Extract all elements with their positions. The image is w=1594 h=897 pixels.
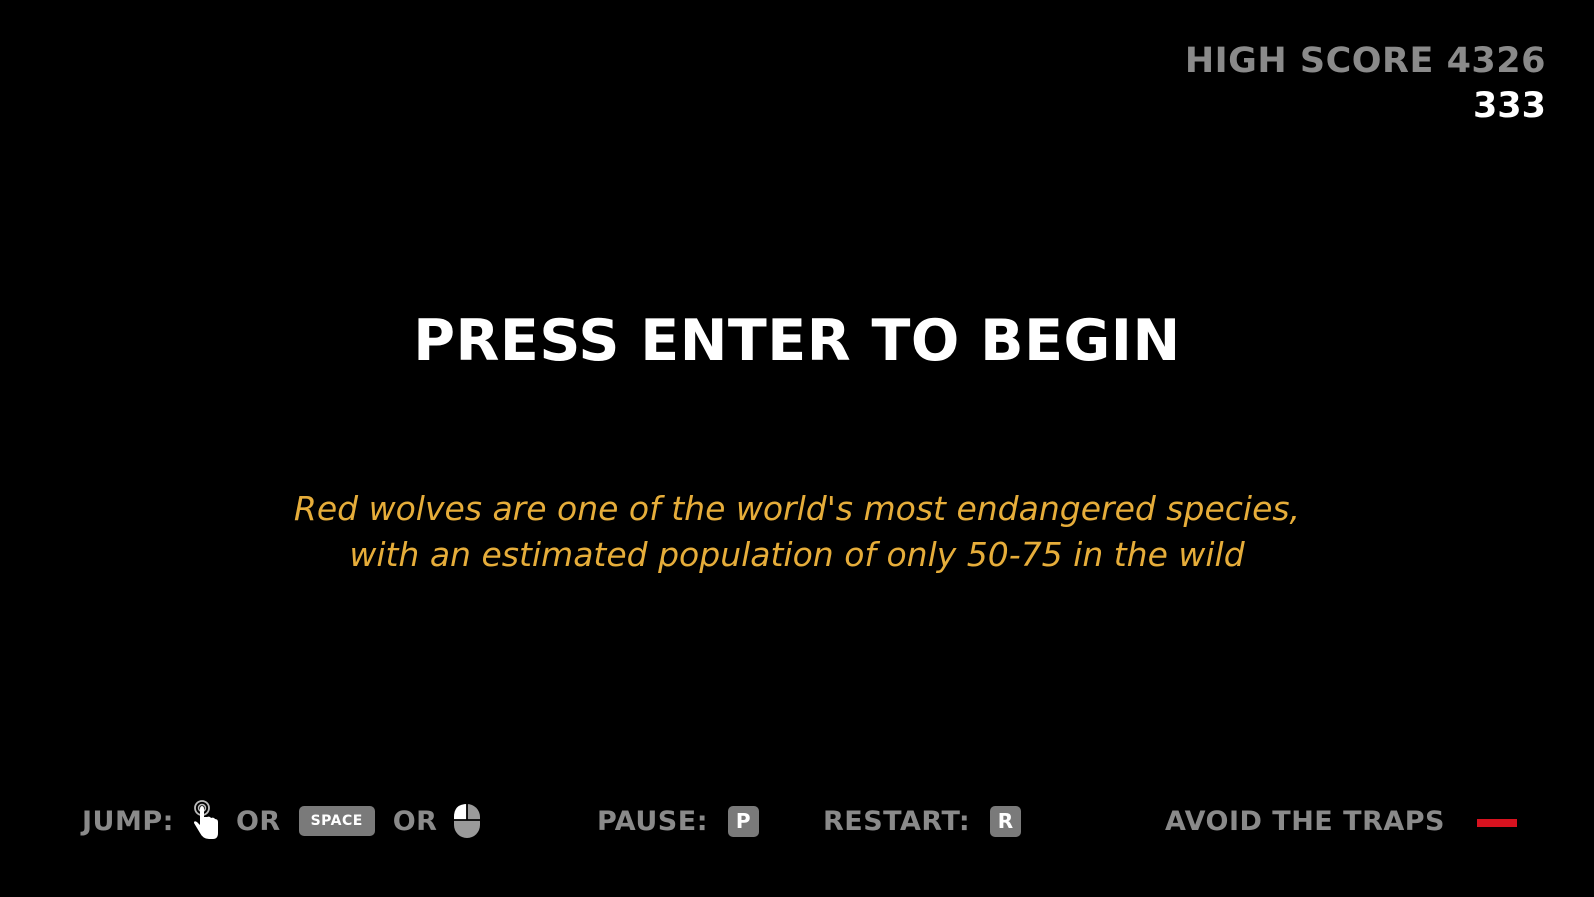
or-text-1: OR xyxy=(235,805,281,837)
fact-line-1: Red wolves are one of the world's most e… xyxy=(293,489,1301,528)
high-score-value: 4326 xyxy=(1446,41,1546,81)
score-panel: HIGH SCORE 4326 333 xyxy=(1185,38,1546,128)
pause-label: PAUSE: xyxy=(597,805,708,837)
mouse-left-click-icon xyxy=(453,803,481,839)
avoid-traps-hint: AVOID THE TRAPS xyxy=(1165,796,1445,846)
fact-line-2: with an estimated population of only 50-… xyxy=(349,535,1245,574)
space-key: SPACE xyxy=(298,806,375,836)
start-prompt: PRESS ENTER TO BEGIN xyxy=(413,308,1181,374)
controls-bar: JUMP: OR SPACE OR PAUSE: P RESTART: R AV… xyxy=(0,796,1594,846)
jump-control: JUMP: OR SPACE OR xyxy=(82,796,481,846)
trap-icon xyxy=(1477,819,1517,827)
restart-label: RESTART: xyxy=(823,805,971,837)
red-wolf-fact: Red wolves are one of the world's most e… xyxy=(0,486,1594,578)
current-score: 333 xyxy=(1472,86,1546,126)
high-score: HIGH SCORE 4326 xyxy=(1185,38,1546,84)
hand-tap-icon xyxy=(192,799,222,843)
jump-label: JUMP: xyxy=(82,805,174,837)
high-score-label: HIGH SCORE xyxy=(1184,41,1434,81)
restart-control: RESTART: R xyxy=(823,796,1022,846)
or-text-2: OR xyxy=(392,805,438,837)
pause-control: PAUSE: P xyxy=(597,796,759,846)
restart-key: R xyxy=(990,805,1022,837)
avoid-traps-label: AVOID THE TRAPS xyxy=(1165,805,1445,837)
pause-key: P xyxy=(728,805,759,837)
